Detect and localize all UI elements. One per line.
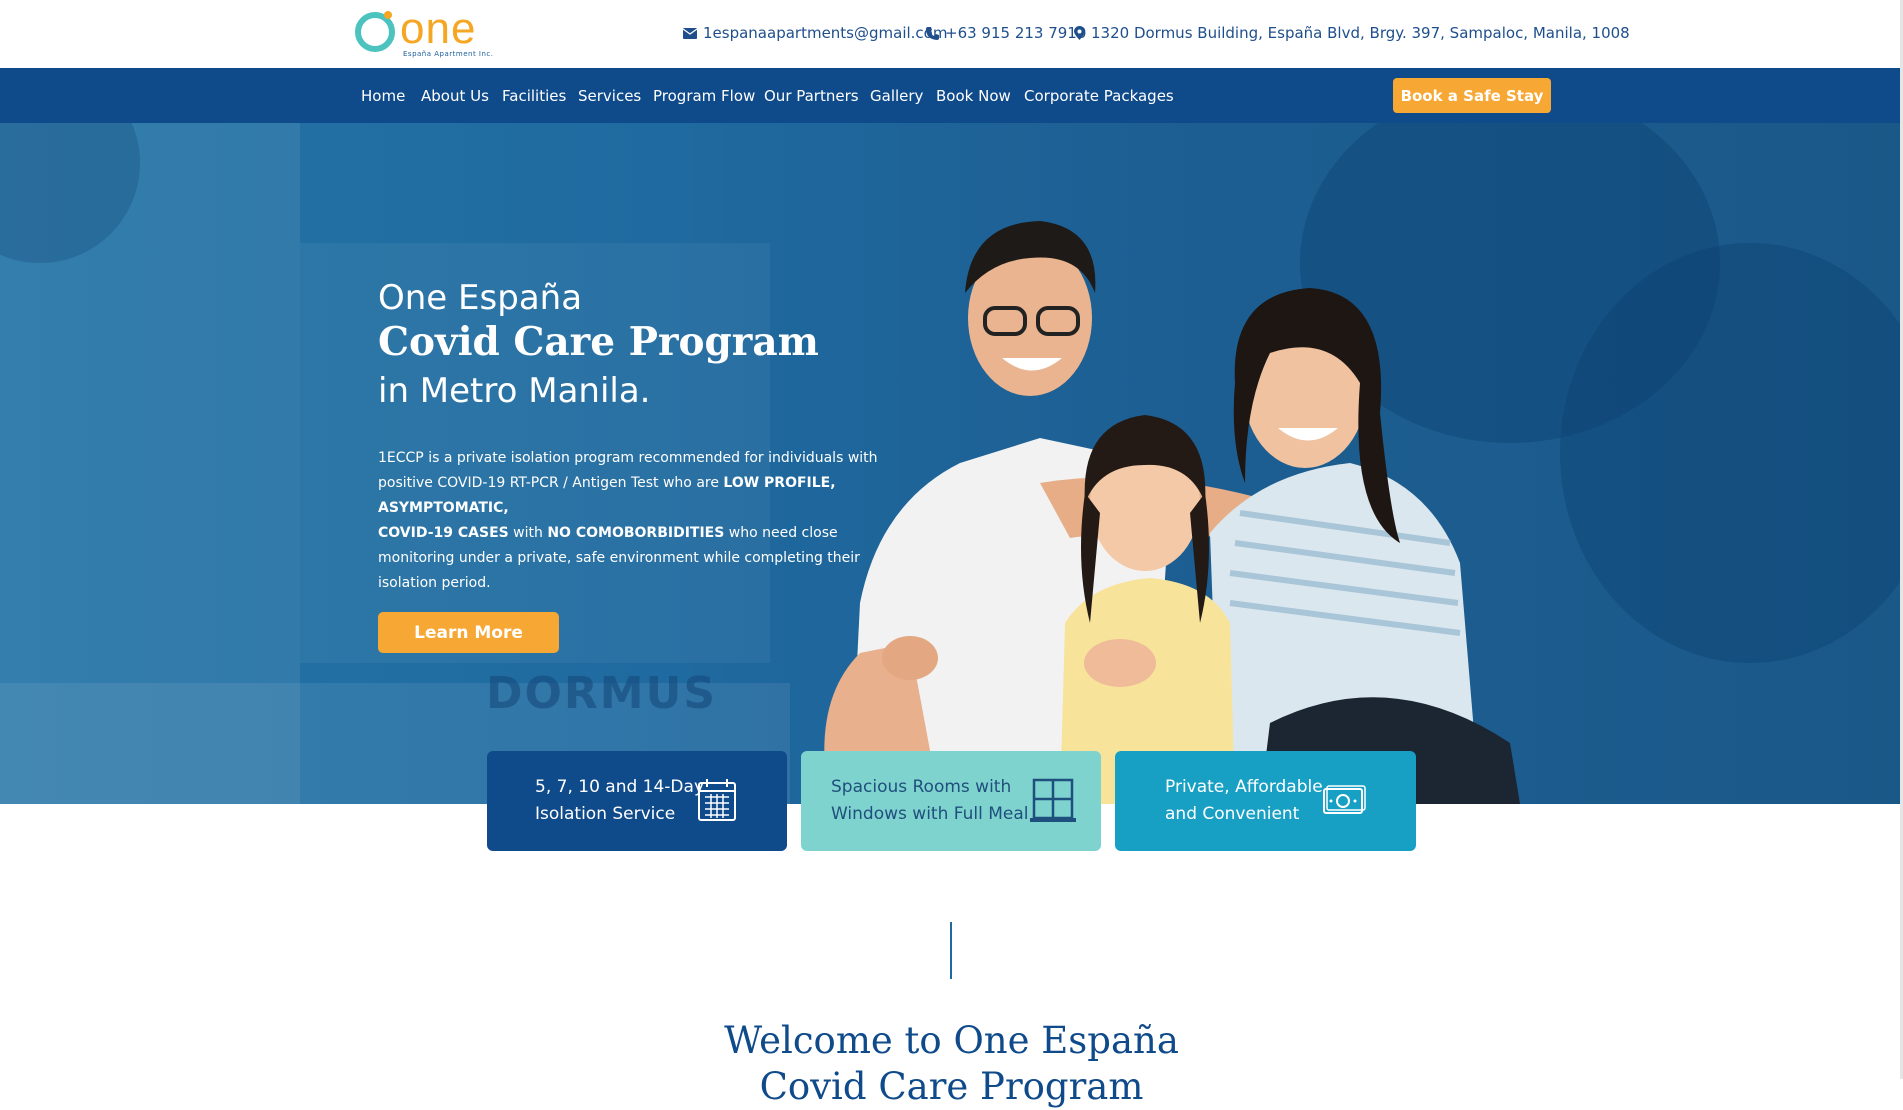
card-line1: 5, 7, 10 and 14-Day xyxy=(535,777,705,797)
card-line2: Windows with Full Meal xyxy=(831,804,1029,824)
card-line1: Spacious Rooms with xyxy=(831,777,1012,797)
logo-word: one xyxy=(400,4,477,53)
book-safe-stay-button[interactable]: Book a Safe Stay xyxy=(1393,78,1551,113)
card-text: Spacious Rooms with Windows with Full Me… xyxy=(831,774,1029,828)
contact-email[interactable]: 1espanaapartments@gmail.com xyxy=(683,23,947,43)
card-text: 5, 7, 10 and 14-Day Isolation Service xyxy=(535,774,704,828)
email-text: 1espanaapartments@gmail.com xyxy=(703,24,948,42)
phone-text: +63 915 213 7910 xyxy=(945,24,1087,42)
feature-card-isolation: 5, 7, 10 and 14-Day Isolation Service xyxy=(487,751,787,851)
learn-more-button[interactable]: Learn More xyxy=(378,612,559,653)
feature-card-rooms: Spacious Rooms with Windows with Full Me… xyxy=(801,751,1101,851)
card-line2: and Convenient xyxy=(1165,804,1300,824)
desc-bold2: COVID-19 CASES xyxy=(378,525,509,541)
contact-phone[interactable]: +63 915 213 7910 xyxy=(926,23,1086,43)
money-icon xyxy=(1323,785,1366,814)
logo-dot xyxy=(384,11,392,19)
nav-program-flow[interactable]: Program Flow xyxy=(653,87,755,105)
hero-section: DORMUS One España Covid Care Program in … xyxy=(0,123,1903,804)
nav-book-now[interactable]: Book Now xyxy=(936,87,1011,105)
welcome-heading: Welcome to One España Covid Care Program xyxy=(0,1018,1903,1110)
hero-title-line2: Covid Care Program xyxy=(378,319,819,365)
nav-about-us[interactable]: About Us xyxy=(421,87,489,105)
building-sign: DORMUS xyxy=(486,668,718,719)
nav-gallery[interactable]: Gallery xyxy=(870,87,923,105)
address-text: 1320 Dormus Building, España Blvd, Brgy.… xyxy=(1091,24,1630,42)
card-text: Private, Affordable and Convenient xyxy=(1165,774,1323,828)
family-photo xyxy=(824,221,1520,804)
card-line2: Isolation Service xyxy=(535,804,676,824)
top-bar: one España Apartment Inc. 1espanaapartme… xyxy=(0,0,1903,68)
welcome-line1: Welcome to One España xyxy=(724,1019,1179,1062)
envelope-icon xyxy=(683,27,697,39)
hero-title-line1: One España xyxy=(378,278,583,318)
phone-icon xyxy=(926,26,939,40)
nav-facilities[interactable]: Facilities xyxy=(502,87,566,105)
nav-home[interactable]: Home xyxy=(361,87,405,105)
hero-title-line3: in Metro Manila. xyxy=(378,371,651,411)
main-nav: Home About Us Facilities Services Progra… xyxy=(0,68,1903,123)
desc-part2: with xyxy=(508,525,548,541)
nav-corporate-packages[interactable]: Corporate Packages xyxy=(1024,87,1174,105)
map-pin-icon xyxy=(1074,26,1085,40)
nav-our-partners[interactable]: Our Partners xyxy=(764,87,859,105)
desc-bold3: NO COMOBORBIDITIES xyxy=(547,525,725,541)
window-icon xyxy=(1030,778,1076,822)
feature-card-private: Private, Affordable and Convenient xyxy=(1115,751,1416,851)
logo-tagline: España Apartment Inc. xyxy=(403,50,494,58)
section-divider xyxy=(950,922,952,979)
calendar-icon xyxy=(698,779,736,821)
nav-services[interactable]: Services xyxy=(578,87,641,105)
card-line1: Private, Affordable xyxy=(1165,777,1323,797)
brand-logo[interactable]: one España Apartment Inc. xyxy=(354,4,494,60)
contact-address[interactable]: 1320 Dormus Building, España Blvd, Brgy.… xyxy=(1074,23,1630,43)
welcome-line2: Covid Care Program xyxy=(759,1065,1144,1108)
